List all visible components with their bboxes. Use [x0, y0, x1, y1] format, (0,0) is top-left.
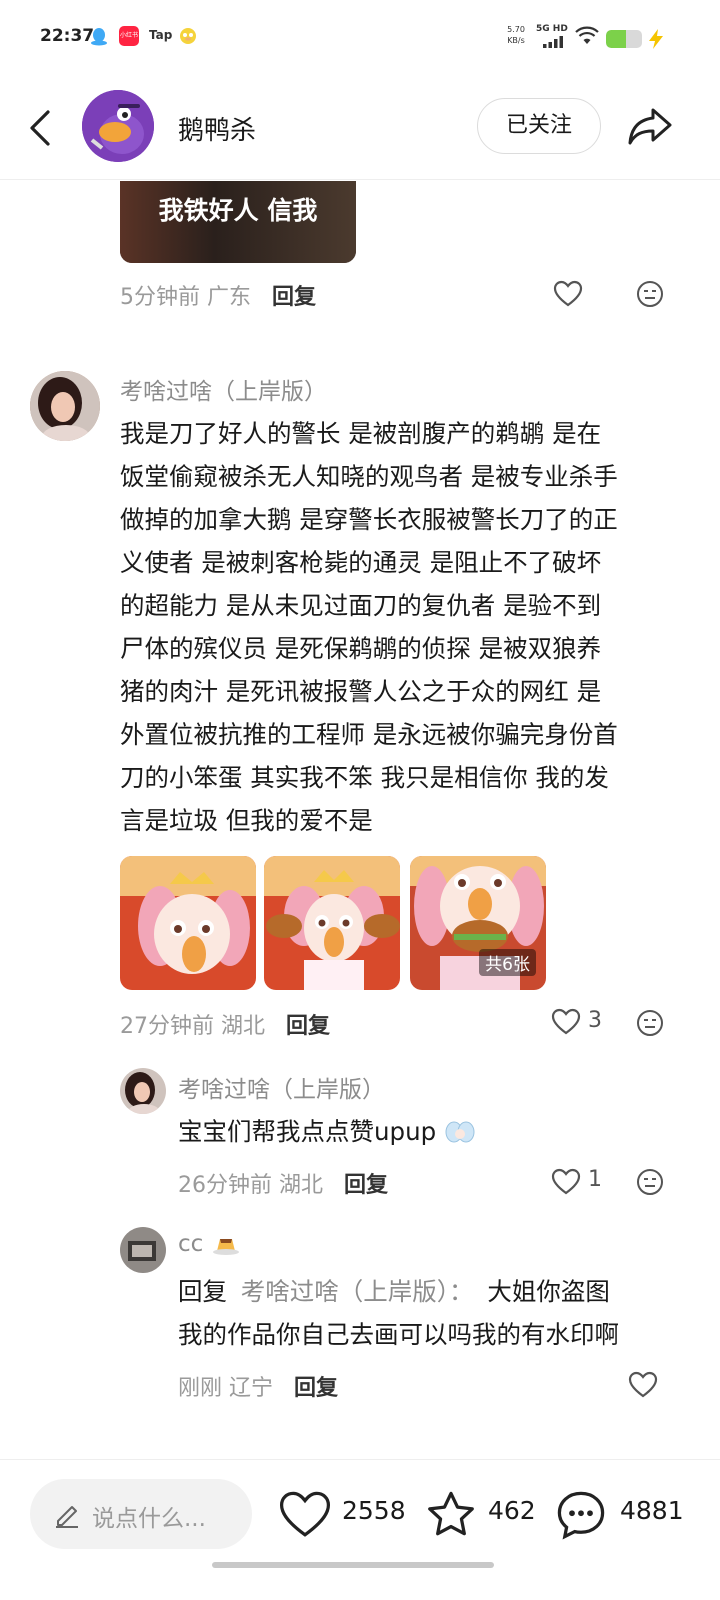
like-button[interactable]: 2558 [278, 1484, 408, 1544]
heart-icon[interactable] [551, 1167, 581, 1197]
comment-input-placeholder: 说点什么... [92, 1506, 206, 1532]
comment-image-3[interactable]: 共6张 [410, 856, 546, 990]
taptap-icon: Tap [149, 28, 173, 42]
reply-avatar[interactable] [120, 1068, 166, 1114]
reply-meta: 5分钟前 广东 回复 [120, 279, 316, 311]
favorite-count: 462 [488, 1496, 536, 1525]
comment-bubble-icon [557, 1491, 605, 1540]
reply-body: 回复 考啥过啥（上岸版）： 大姐你盗图 我的作品你自己去画可以吗我的有水印啊 [178, 1277, 619, 1349]
reply-body: 宝宝们帮我点点赞upup [178, 1110, 678, 1153]
reply-prefix: 回复 [178, 1277, 227, 1306]
image-caption: 我铁好人 信我 [158, 196, 318, 225]
pencil-icon [56, 1506, 78, 1528]
comments-button[interactable]: 4881 [554, 1484, 684, 1544]
battery-icon [606, 30, 642, 48]
share-button[interactable] [624, 100, 676, 152]
reply-image[interactable]: 我铁好人 信我 [120, 181, 356, 263]
reply-avatar[interactable] [120, 1227, 166, 1273]
reply-button[interactable]: 回复 [286, 1014, 330, 1039]
xiaohongshu-icon: 小红书 [119, 26, 139, 46]
commenter-avatar[interactable] [30, 371, 100, 441]
home-indicator[interactable] [212, 1562, 494, 1568]
signal-icon [543, 36, 563, 48]
reply-to-user[interactable]: 考啥过啥（上岸版）： [241, 1277, 474, 1306]
comment-time: 27分钟前 [120, 1014, 214, 1039]
chevron-left-icon [30, 110, 50, 146]
network-type: 5G HD [536, 24, 568, 34]
angel-emoji-icon [445, 1121, 475, 1143]
qq-icon [89, 26, 109, 46]
reply-time: 5分钟前 [120, 285, 200, 310]
topic-title: 鹅鸭杀 [178, 116, 257, 146]
reply-location: 广东 [207, 285, 252, 310]
comment-meta: 27分钟前 湖北 回复 [120, 1008, 330, 1040]
status-time: 22:37 [40, 26, 95, 46]
network-speed: 5.70 KB/s [507, 25, 525, 45]
share-icon [628, 108, 672, 145]
comment-list[interactable]: 我铁好人 信我 5分钟前 广东 回复 考啥过啥（上岸版） 我是刀了好人的警长 是… [0, 181, 720, 1459]
reply-button[interactable]: 回复 [272, 285, 316, 310]
star-icon [428, 1491, 474, 1536]
reply-location: 湖北 [279, 1173, 324, 1198]
reply-meta: 刚刚 辽宁 回复 [178, 1370, 338, 1402]
comment-count: 4881 [620, 1496, 684, 1525]
reply-username[interactable]: cc [178, 1231, 241, 1257]
heart-icon[interactable] [551, 1007, 581, 1037]
reply-location: 辽宁 [229, 1376, 274, 1401]
reply-time: 刚刚 [178, 1376, 223, 1401]
image-count-badge: 共6张 [479, 949, 536, 976]
comment-username[interactable]: 考啥过啥（上岸版） [120, 372, 327, 406]
reaction-face-icon[interactable] [636, 1009, 664, 1037]
heart-icon[interactable] [553, 279, 583, 309]
topic-avatar[interactable] [82, 90, 154, 162]
pudding-emoji-icon [212, 1238, 239, 1255]
status-bar: 22:37 小红书 Tap 5.70 KB/s 5G HD [0, 0, 720, 76]
heart-icon[interactable] [628, 1370, 658, 1400]
reply-username[interactable]: 考啥过啥（上岸版） [178, 1070, 385, 1104]
charging-icon [649, 29, 663, 49]
follow-button[interactable]: 已关注 [477, 98, 601, 154]
reply-meta: 26分钟前 湖北 回复 [178, 1167, 388, 1199]
bottom-action-bar: 说点什么... 2558 462 4881 [0, 1459, 720, 1600]
comment-image-2[interactable] [264, 856, 400, 990]
comment-body: 我是刀了好人的警长 是被剖腹产的鹈鹕 是在 饭堂偷窥被杀无人知晓的观鸟者 是被专… [120, 419, 618, 835]
heart-icon [279, 1491, 331, 1537]
back-button[interactable] [22, 106, 62, 150]
comment-location: 湖北 [221, 1014, 266, 1039]
comment-image-1[interactable] [120, 856, 256, 990]
reaction-face-icon[interactable] [636, 1168, 664, 1196]
favorite-button[interactable]: 462 [424, 1484, 536, 1544]
reply-time: 26分钟前 [178, 1173, 272, 1198]
reply-like-count: 1 [588, 1167, 602, 1192]
topic-header: 鹅鸭杀 已关注 [0, 76, 720, 180]
comment-like-count: 3 [588, 1008, 602, 1033]
goose-logo-icon [82, 90, 154, 162]
reply-button[interactable]: 回复 [344, 1173, 388, 1198]
wifi-icon [575, 26, 599, 44]
reply-button[interactable]: 回复 [294, 1376, 338, 1401]
comment-input[interactable]: 说点什么... [30, 1479, 252, 1549]
reaction-face-icon[interactable] [636, 280, 664, 308]
psyduck-icon [178, 26, 198, 46]
like-count: 2558 [342, 1496, 406, 1525]
